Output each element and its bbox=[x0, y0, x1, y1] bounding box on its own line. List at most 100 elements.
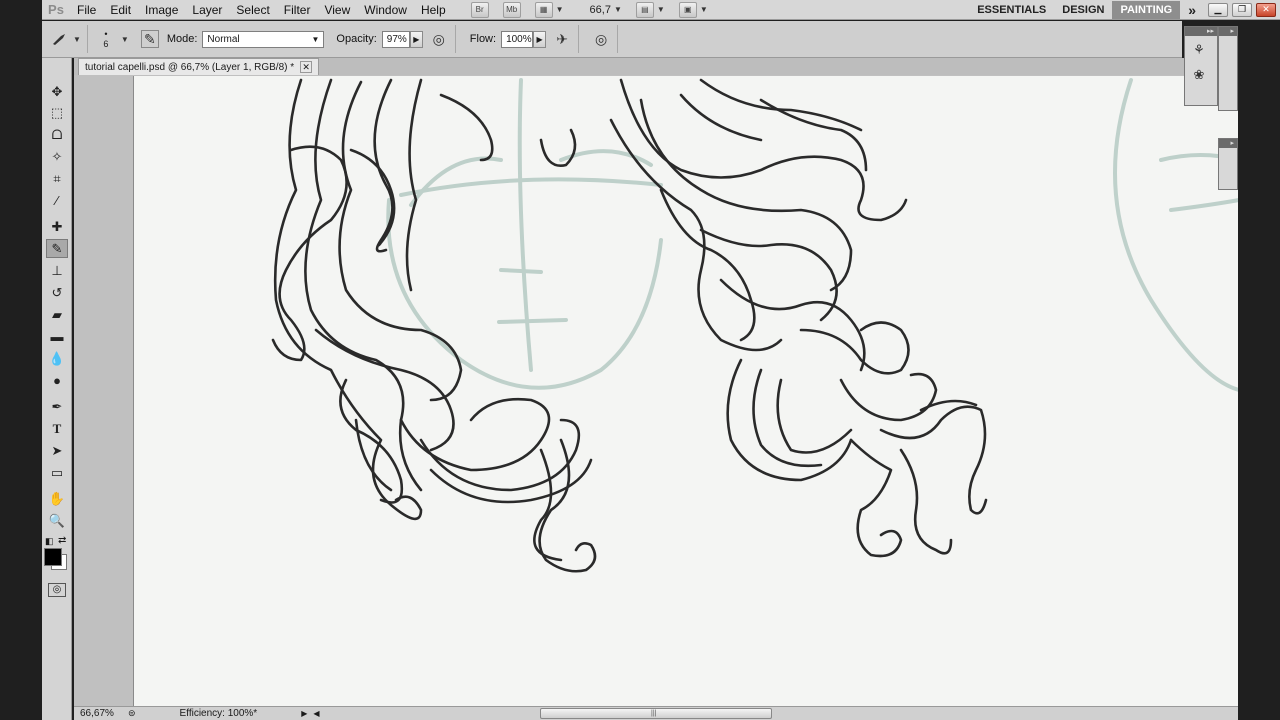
zoom-status[interactable]: 66,67% bbox=[80, 708, 120, 719]
more-workspaces-icon[interactable]: » bbox=[1180, 0, 1204, 20]
move-tool[interactable]: ✥ bbox=[46, 82, 68, 101]
close-document-icon[interactable]: ✕ bbox=[300, 61, 313, 73]
chevron-down-icon[interactable]: ▼ bbox=[700, 5, 708, 14]
status-preview-icon[interactable]: ⊜ bbox=[128, 708, 136, 719]
screen-mode-button[interactable]: ▣ bbox=[678, 1, 697, 18]
flow-input[interactable]: 100% bbox=[501, 30, 534, 48]
opacity-label: Opacity: bbox=[336, 33, 377, 45]
close-icon: ✕ bbox=[1262, 4, 1270, 14]
eraser-tool[interactable]: ▰ bbox=[46, 305, 68, 324]
blur-tool[interactable]: 💧 bbox=[46, 349, 68, 368]
status-menu-icon[interactable]: ▶ bbox=[301, 709, 307, 718]
opacity-input[interactable]: 97% bbox=[381, 30, 410, 48]
grid-icon: ▦ bbox=[539, 5, 548, 14]
hair-sketch-artwork bbox=[271, 78, 1238, 573]
horizontal-scrollbar-thumb[interactable]: ||| bbox=[540, 708, 772, 719]
hand-tool[interactable]: ✋ bbox=[46, 489, 68, 508]
document-title: tutorial capelli.psd @ 66,7% (Layer 1, R… bbox=[85, 61, 295, 73]
marquee-tool[interactable]: ⬚ bbox=[46, 103, 68, 122]
quick-select-tool[interactable]: ✧ bbox=[46, 147, 68, 166]
clone-stamp-tool[interactable]: ⊥ bbox=[46, 261, 68, 280]
menu-help[interactable]: Help bbox=[414, 0, 453, 20]
menu-layer[interactable]: Layer bbox=[185, 0, 229, 20]
workspace-essentials[interactable]: ESSENTIALS bbox=[969, 0, 1054, 20]
restore-button[interactable]: ❐ bbox=[1232, 2, 1252, 17]
menu-filter[interactable]: Filter bbox=[277, 0, 318, 20]
chevron-down-icon[interactable]: ▼ bbox=[121, 35, 129, 44]
path-select-tool[interactable]: ➤ bbox=[46, 441, 68, 460]
document-canvas[interactable] bbox=[133, 76, 1238, 706]
document-tab[interactable]: tutorial capelli.psd @ 66,7% (Layer 1, R… bbox=[78, 58, 320, 75]
opacity-pressure-button[interactable]: ◎ bbox=[429, 29, 449, 49]
gradient-tool[interactable]: ▬ bbox=[46, 327, 68, 346]
zoom-tool[interactable]: 🔍 bbox=[46, 511, 68, 530]
menu-file[interactable]: File bbox=[70, 0, 103, 20]
quick-mask-button[interactable]: ◎ bbox=[48, 583, 66, 597]
chevron-down-icon[interactable]: ▼ bbox=[556, 5, 564, 14]
scroll-left-icon[interactable]: ◀ bbox=[313, 709, 319, 718]
restore-icon: ❐ bbox=[1237, 4, 1247, 14]
mini-bridge-button[interactable]: Mb bbox=[502, 1, 521, 18]
menu-bar: Ps File Edit Image Layer Select Filter V… bbox=[42, 0, 1280, 20]
foreground-color-swatch[interactable] bbox=[44, 548, 62, 566]
history-brush-tool[interactable]: ↺ bbox=[46, 283, 68, 302]
flow-slider-toggle[interactable]: ▶ bbox=[533, 30, 547, 48]
eraser-icon: ▰ bbox=[52, 306, 62, 322]
rectangle-icon: ▭ bbox=[50, 464, 64, 480]
pressure-icon: ◎ bbox=[594, 30, 608, 47]
eyedropper-tool[interactable]: ⁄ bbox=[46, 191, 68, 210]
brush-preset-icon[interactable] bbox=[50, 29, 70, 49]
view-extras-button[interactable]: ▦ bbox=[534, 1, 553, 18]
arrange-documents-button[interactable]: ▤ bbox=[635, 1, 654, 18]
bandage-icon: ✚ bbox=[51, 218, 63, 234]
quick-mask-icon: ◎ bbox=[52, 584, 62, 595]
panel-dock-area bbox=[1238, 20, 1280, 720]
shape-tool[interactable]: ▭ bbox=[46, 463, 68, 482]
mode-label: Mode: bbox=[166, 33, 198, 45]
default-colors-icon[interactable]: ◧ bbox=[45, 536, 54, 547]
pen-tool[interactable]: ✒ bbox=[46, 397, 68, 416]
crop-tool[interactable]: ⌗ bbox=[46, 169, 68, 188]
eyedropper-icon: ⁄ bbox=[55, 193, 59, 208]
opacity-slider-toggle[interactable]: ▶ bbox=[409, 30, 423, 48]
flow-label: Flow: bbox=[469, 33, 497, 45]
menu-view[interactable]: View bbox=[317, 0, 357, 20]
swap-colors-icon[interactable]: ⇄ bbox=[58, 535, 66, 546]
marquee-icon: ⬚ bbox=[50, 104, 64, 120]
workspace-painting[interactable]: PAINTING bbox=[1112, 1, 1181, 19]
workspace-design[interactable]: DESIGN bbox=[1054, 0, 1112, 20]
chevron-down-icon[interactable]: ▼ bbox=[657, 5, 665, 14]
chevron-down-icon[interactable]: ▼ bbox=[614, 5, 622, 14]
size-pressure-button[interactable]: ◎ bbox=[591, 29, 611, 49]
mode-select[interactable]: Normal ▼ bbox=[202, 30, 325, 48]
expand-panels-icon[interactable]: ▸ bbox=[1219, 139, 1237, 148]
brush-size-picker[interactable]: • 6 bbox=[94, 29, 118, 49]
dodge-tool[interactable]: ● bbox=[46, 371, 68, 390]
expand-panels-icon[interactable]: ▸ bbox=[1219, 27, 1237, 36]
lasso-tool[interactable]: ᗝ bbox=[46, 125, 68, 144]
airbrush-button[interactable]: ✈ bbox=[552, 29, 572, 49]
blur-icon: 💧 bbox=[48, 350, 66, 366]
bridge-button[interactable]: Br bbox=[470, 1, 489, 18]
chevron-down-icon[interactable]: ▼ bbox=[73, 35, 81, 44]
path-select-icon: ➤ bbox=[51, 442, 63, 458]
zoom-level[interactable]: 66,7 bbox=[590, 4, 611, 16]
chevron-down-icon: ▼ bbox=[311, 34, 320, 44]
expand-panels-icon[interactable]: ▸▸ bbox=[1185, 27, 1217, 36]
spot-heal-tool[interactable]: ✚ bbox=[46, 217, 68, 236]
clone-source-panel-icon[interactable]: ❀ bbox=[1188, 64, 1210, 86]
minimize-button[interactable]: ▁ bbox=[1208, 2, 1228, 17]
brush-presets-panel-icon[interactable]: ⚘ bbox=[1188, 39, 1210, 61]
type-tool[interactable]: T bbox=[46, 419, 68, 438]
menu-image[interactable]: Image bbox=[138, 0, 185, 20]
menu-edit[interactable]: Edit bbox=[103, 0, 138, 20]
menu-window[interactable]: Window bbox=[357, 0, 414, 20]
lasso-icon: ᗝ bbox=[51, 126, 63, 142]
status-info: Efficiency: 100%* bbox=[179, 708, 258, 719]
brush-panel-toggle[interactable]: ✎ bbox=[140, 30, 159, 48]
stamp-icon: ⊥ bbox=[51, 262, 63, 278]
close-button[interactable]: ✕ bbox=[1256, 2, 1276, 17]
brush-tool[interactable]: ✎ bbox=[46, 239, 68, 258]
brush-icon: ✎ bbox=[51, 240, 63, 256]
menu-select[interactable]: Select bbox=[229, 0, 276, 20]
